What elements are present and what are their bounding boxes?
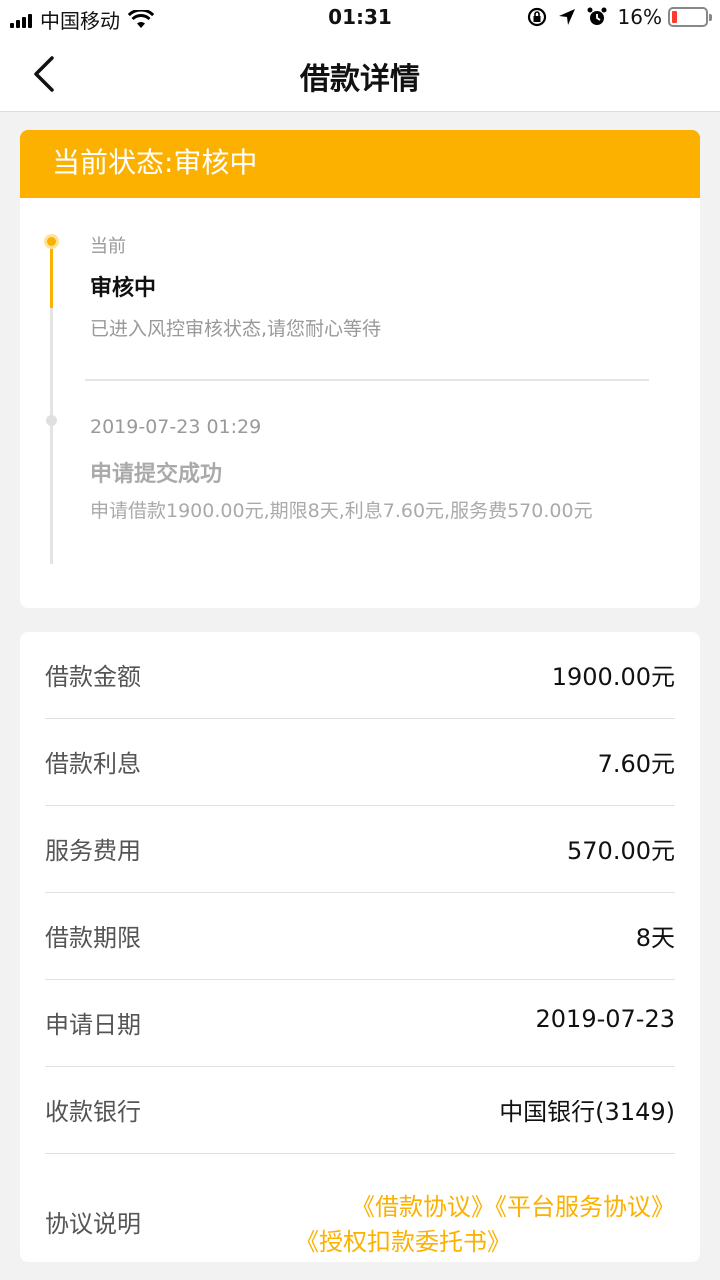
timeline-dot bbox=[46, 415, 57, 426]
loan-agreement-link[interactable]: 《借款协议》 bbox=[351, 1193, 495, 1221]
event-submitted-time: 2019-07-23 01:29 bbox=[90, 416, 262, 438]
debit-authorization-link[interactable]: 《授权扣款委托书》 bbox=[295, 1225, 511, 1260]
battery-percent: 16% bbox=[617, 5, 662, 29]
detail-value: 7.60元 bbox=[597, 750, 675, 778]
detail-row-apply-date: 申请日期 2019-07-23 bbox=[45, 980, 675, 1067]
location-arrow-icon bbox=[558, 9, 575, 25]
detail-row-interest: 借款利息 7.60元 bbox=[45, 719, 675, 806]
battery-icon bbox=[668, 7, 712, 27]
detail-label: 申请日期 bbox=[45, 1011, 141, 1039]
event-submitted-desc: 申请借款1900.00元,期限8天,利息7.60元,服务费570.00元 bbox=[90, 500, 593, 522]
platform-service-agreement-link[interactable]: 《平台服务协议》 bbox=[495, 1193, 675, 1221]
detail-value: 8天 bbox=[635, 924, 675, 952]
timeline-dot-active bbox=[44, 234, 59, 249]
detail-row-term: 借款期限 8天 bbox=[45, 893, 675, 980]
orientation-lock-icon bbox=[527, 7, 546, 27]
detail-label: 服务费用 bbox=[45, 837, 141, 865]
timeline-line bbox=[50, 308, 53, 564]
alarm-clock-icon bbox=[587, 7, 607, 25]
event-current-label: 当前 bbox=[90, 236, 126, 257]
event-submitted-title: 申请提交成功 bbox=[90, 462, 223, 487]
detail-value: 570.00元 bbox=[567, 837, 675, 865]
detail-row-bank: 收款银行 中国银行(3149) bbox=[45, 1067, 675, 1154]
detail-row-agreements: 协议说明 《借款协议》《平台服务协议》 《授权扣款委托书》 bbox=[45, 1154, 675, 1274]
detail-label: 收款银行 bbox=[45, 1098, 141, 1126]
loan-details-card: 借款金额 1900.00元 借款利息 7.60元 服务费用 570.00元 借款… bbox=[20, 632, 700, 1262]
navigation-bar: 借款详情 bbox=[0, 36, 720, 112]
timeline-line-active bbox=[50, 242, 53, 308]
current-status-header: 当前状态:审核中 bbox=[20, 130, 700, 198]
detail-label: 借款期限 bbox=[45, 924, 141, 952]
detail-label: 协议说明 bbox=[45, 1210, 141, 1238]
divider bbox=[85, 379, 649, 381]
battery-level-fill bbox=[672, 11, 677, 23]
agreement-links: 《借款协议》《平台服务协议》 《授权扣款委托书》 bbox=[295, 1190, 675, 1256]
event-current-desc: 已进入风控审核状态,请您耐心等待 bbox=[90, 318, 382, 340]
event-current-title: 审核中 bbox=[90, 276, 157, 301]
detail-value: 1900.00元 bbox=[551, 663, 675, 691]
detail-value: 2019-07-23 bbox=[535, 1005, 675, 1033]
detail-label: 借款金额 bbox=[45, 663, 141, 691]
page-title: 借款详情 bbox=[300, 62, 420, 97]
detail-row-amount: 借款金额 1900.00元 bbox=[45, 632, 675, 719]
detail-value: 中国银行(3149) bbox=[499, 1098, 675, 1126]
detail-row-service-fee: 服务费用 570.00元 bbox=[45, 806, 675, 893]
detail-label: 借款利息 bbox=[45, 750, 141, 778]
status-bar: 中国移动 01:31 16% bbox=[0, 0, 720, 36]
status-card: 当前状态:审核中 当前 审核中 已进入风控审核状态,请您耐心等待 2019-07… bbox=[20, 130, 700, 608]
